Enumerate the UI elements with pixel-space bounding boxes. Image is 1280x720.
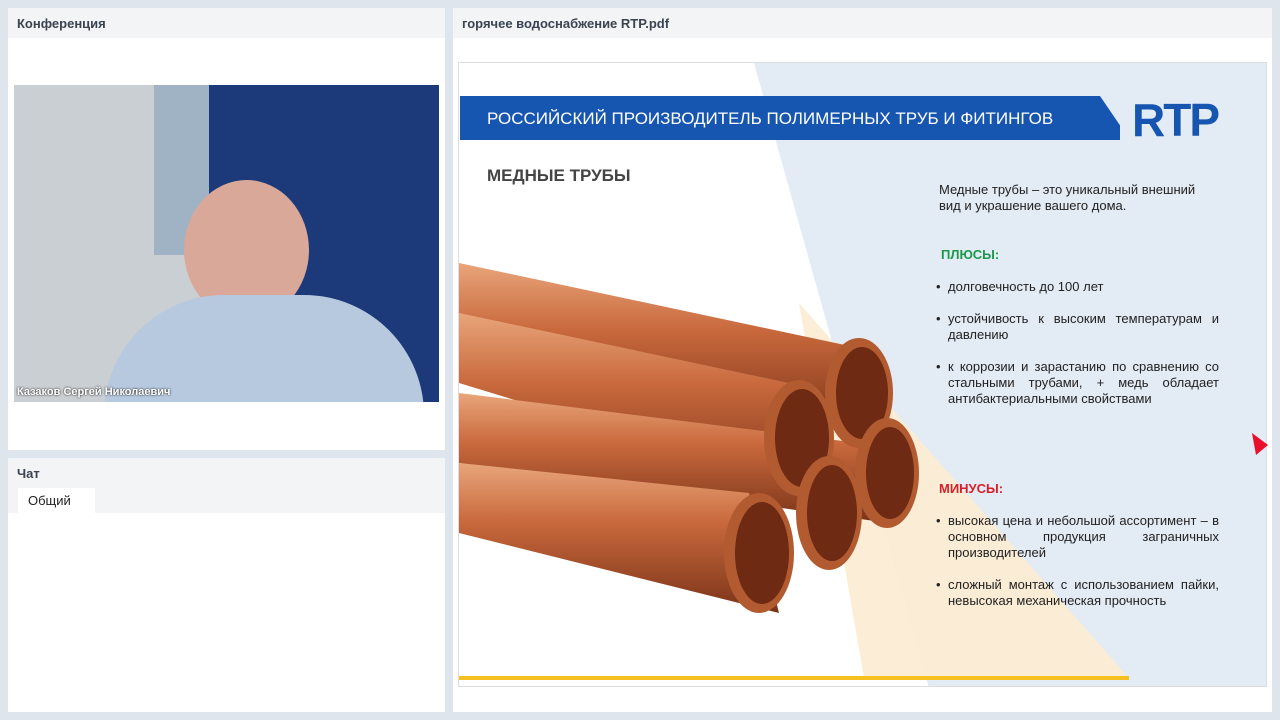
slide-accent-line [459, 676, 1129, 680]
pros-title: ПЛЮСЫ: [941, 247, 1000, 262]
chat-title: Чат [8, 458, 445, 488]
cons-item: высокая цена и небольшой ассортимент – в… [936, 513, 1219, 561]
participant-video[interactable]: Казаков Сергей Николаевич [14, 85, 439, 402]
slide-intro: Медные трубы – это уникальный внешний ви… [939, 182, 1196, 213]
pointer-cursor-icon [1252, 433, 1268, 455]
document-title: горячее водоснабжение RTP.pdf [453, 8, 1272, 38]
slide-heading: МЕДНЫЕ ТРУБЫ [487, 166, 631, 185]
pros-item: устойчивость к высоким температурам и да… [936, 311, 1219, 343]
chat-panel: Чат Общий [8, 458, 445, 712]
cons-item: сложный монтаж с использованием пайки, н… [936, 577, 1219, 609]
cons-title: МИНУСЫ: [939, 481, 1004, 496]
pros-item: долговечность до 100 лет [936, 279, 1219, 295]
conference-panel: Конференция Казаков Сергей Николаевич [8, 8, 445, 450]
pdf-slide: РОССИЙСКИЙ ПРОИЗВОДИТЕЛЬ ПОЛИМЕРНЫХ ТРУБ… [458, 62, 1267, 687]
document-panel: горячее водоснабжение RTP.pdf РОССИЙСКИЙ… [453, 8, 1272, 712]
conference-title: Конференция [8, 8, 445, 38]
slide-banner: РОССИЙСКИЙ ПРОИЗВОДИТЕЛЬ ПОЛИМЕРНЫХ ТРУБ… [460, 96, 1120, 140]
tab-general[interactable]: Общий [18, 488, 95, 513]
rtp-logo: RTP [1132, 94, 1220, 146]
pros-item: к коррозии и зарастанию по сравнению со … [936, 359, 1219, 407]
participant-name: Казаков Сергей Николаевич [17, 386, 171, 398]
